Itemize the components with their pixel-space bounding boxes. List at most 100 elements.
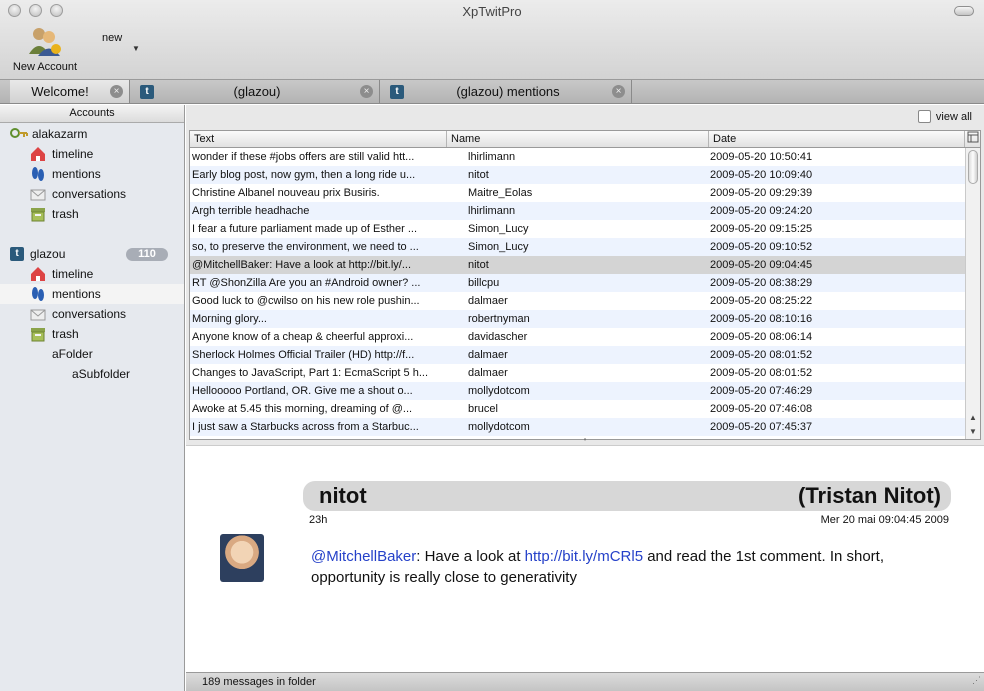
table-row[interactable]: so, to preserve the environment, we need… bbox=[190, 238, 980, 256]
message-date: Mer 20 mai 09:04:45 2009 bbox=[820, 514, 949, 526]
table-row[interactable]: I fear a future parliament made up of Es… bbox=[190, 220, 980, 238]
message-text-cell: wonder if these #jobs offers are still v… bbox=[192, 151, 415, 163]
sidebar-item-conversations[interactable]: conversations bbox=[0, 304, 184, 324]
message-date-cell: 2009-05-20 08:06:14 bbox=[710, 331, 813, 343]
table-row[interactable]: Morning glory... robertnyman 2009-05-20 08… bbox=[190, 310, 980, 328]
table-row[interactable]: Awoke at 5.45 this morning, dreaming of … bbox=[190, 400, 980, 418]
close-tab-icon[interactable]: × bbox=[612, 85, 625, 98]
table-row[interactable]: wonder if these #jobs offers are still v… bbox=[190, 148, 980, 166]
scrollbar-thumb[interactable] bbox=[968, 150, 978, 184]
users-icon bbox=[29, 28, 61, 56]
sidebar-item-timeline[interactable]: timeline bbox=[0, 144, 184, 164]
checkbox[interactable] bbox=[917, 110, 931, 123]
message-date-cell: 2009-05-20 10:50:41 bbox=[710, 151, 813, 163]
sidebar-item-trash[interactable]: trash bbox=[0, 324, 184, 344]
sidebar-item-label: timeline bbox=[52, 267, 94, 281]
trash-icon bbox=[30, 326, 46, 342]
account-alakazarm[interactable]: alakazarm bbox=[0, 124, 184, 144]
resize-grip-icon[interactable]: ⋰ bbox=[972, 671, 981, 689]
sidebar-item-timeline[interactable]: timeline bbox=[0, 264, 184, 284]
table-row[interactable]: @MitchellBaker: Have a look at http://bi… bbox=[190, 256, 980, 274]
column-header-name[interactable]: Name bbox=[447, 131, 709, 147]
message-table: Text Name Date wonder if these #jobs off… bbox=[189, 130, 981, 440]
message-text-cell: so, to preserve the environment, we need… bbox=[192, 241, 419, 253]
sidebar-folder-asubfolder[interactable]: aSubfolder bbox=[0, 364, 184, 384]
column-header-date[interactable]: Date bbox=[709, 131, 965, 147]
accounts-sidebar: Accounts alakazarm timeline mentions con… bbox=[0, 105, 185, 691]
twitter-icon: t bbox=[10, 247, 24, 261]
sidebar-item-label: trash bbox=[52, 207, 79, 221]
sidebar-folder-afolder[interactable]: aFolder bbox=[0, 344, 184, 364]
sidebar-item-conversations[interactable]: conversations bbox=[0, 184, 184, 204]
message-text-cell: Sherlock Holmes Official Trailer (HD) ht… bbox=[192, 349, 415, 361]
message-text-cell: Good luck to @cwilso on his new role pus… bbox=[192, 295, 420, 307]
window-title: XpTwitPro bbox=[462, 4, 522, 19]
window-toolbar: XpTwitPro New Account new ▼ bbox=[0, 0, 984, 80]
message-date-cell: 2009-05-20 09:24:20 bbox=[710, 205, 813, 217]
avatar[interactable] bbox=[220, 534, 264, 582]
message-text-cell: Changes to JavaScript, Part 1: EcmaScrip… bbox=[192, 367, 428, 379]
message-name-cell: dalmaer bbox=[468, 295, 508, 307]
message-name-cell: mollydotcom bbox=[468, 421, 530, 433]
sidebar-item-trash[interactable]: trash bbox=[0, 204, 184, 224]
account-glazou[interactable]: t glazou 110 bbox=[0, 244, 184, 264]
message-name-cell: robertnyman bbox=[468, 313, 530, 325]
sidebar-item-mentions[interactable]: mentions bbox=[0, 284, 184, 304]
status-text: 189 messages in folder bbox=[202, 676, 316, 688]
pane-splitter[interactable]: • bbox=[186, 436, 984, 445]
column-picker-icon[interactable] bbox=[965, 131, 980, 147]
close-tab-icon[interactable]: × bbox=[110, 85, 123, 98]
table-row[interactable]: Hellooooo Portland, OR. Give me a shout … bbox=[190, 382, 980, 400]
table-row[interactable]: Early blog post, now gym, then a long ri… bbox=[190, 166, 980, 184]
message-date-cell: 2009-05-20 07:46:29 bbox=[710, 385, 813, 397]
close-tab-icon[interactable]: × bbox=[360, 85, 373, 98]
sidebar-item-label: trash bbox=[52, 327, 79, 341]
message-name-cell: lhirlimann bbox=[468, 205, 516, 217]
twitter-icon: t bbox=[390, 84, 404, 99]
table-row[interactable]: Anyone know of a cheap & cheerful approx… bbox=[190, 328, 980, 346]
message-text-cell: RT @ShonZilla Are you an #Android owner?… bbox=[192, 277, 421, 289]
sidebar-item-label: conversations bbox=[52, 307, 127, 321]
author-screen-name[interactable]: nitot bbox=[319, 483, 367, 509]
view-all-checkbox[interactable]: view all bbox=[917, 110, 972, 123]
message-name-cell: billcpu bbox=[468, 277, 500, 289]
new-menu-button[interactable]: new ▼ bbox=[102, 32, 140, 53]
list-scrollbar[interactable]: ▲ ▼ bbox=[965, 148, 980, 439]
toolbar-toggle-button[interactable] bbox=[954, 6, 974, 16]
tab-welcome[interactable]: Welcome! × bbox=[10, 80, 130, 103]
tab-label: (glazou) bbox=[233, 84, 281, 99]
folder-label: aSubfolder bbox=[72, 367, 131, 381]
new-account-button[interactable]: New Account bbox=[6, 26, 84, 73]
mention-link[interactable]: @MitchellBaker bbox=[311, 548, 416, 565]
sidebar-item-label: conversations bbox=[52, 187, 127, 201]
table-row[interactable]: Argh terrible headhache lhirlimann 2009-05… bbox=[190, 202, 980, 220]
message-date-cell: 2009-05-20 09:10:52 bbox=[710, 241, 813, 253]
table-row[interactable]: Sherlock Holmes Official Trailer (HD) ht… bbox=[190, 346, 980, 364]
table-row[interactable]: Changes to JavaScript, Part 1: EcmaScrip… bbox=[190, 364, 980, 382]
message-text-cell: I fear a future parliament made up of Es… bbox=[192, 223, 418, 235]
tab-glazou-mentions[interactable]: t (glazou) mentions × bbox=[384, 80, 632, 103]
message-date-cell: 2009-05-20 09:15:25 bbox=[710, 223, 813, 235]
message-date-cell: 2009-05-20 08:38:29 bbox=[710, 277, 813, 289]
table-body: wonder if these #jobs offers are still v… bbox=[190, 148, 980, 436]
message-date-cell: 2009-05-20 09:04:45 bbox=[710, 259, 813, 271]
unread-count-badge: 110 bbox=[126, 248, 168, 261]
table-row[interactable]: I just saw a Starbucks across from a Sta… bbox=[190, 418, 980, 436]
message-name-cell: Maitre_Eolas bbox=[468, 187, 533, 199]
message-date-cell: 2009-05-20 07:46:08 bbox=[710, 403, 813, 415]
new-menu-label: new bbox=[102, 32, 123, 44]
scroll-up-arrow-icon[interactable]: ▲ bbox=[966, 411, 980, 425]
tab-glazou[interactable]: t (glazou) × bbox=[134, 80, 380, 103]
message-date-cell: 2009-05-20 09:29:39 bbox=[710, 187, 813, 199]
message-age: 23h bbox=[309, 514, 328, 526]
status-bar: 189 messages in folder ⋰ bbox=[186, 672, 984, 691]
table-row[interactable]: RT @ShonZilla Are you an #Android owner?… bbox=[190, 274, 980, 292]
sidebar-item-mentions[interactable]: mentions bbox=[0, 164, 184, 184]
column-header-text[interactable]: Text bbox=[190, 131, 447, 147]
table-row[interactable]: Christine Albanel nouveau prix Busiris. M… bbox=[190, 184, 980, 202]
twitter-icon: t bbox=[140, 84, 154, 99]
url-link[interactable]: http://bit.ly/mCRl5 bbox=[525, 548, 643, 565]
table-row[interactable]: Good luck to @cwilso on his new role pus… bbox=[190, 292, 980, 310]
message-name-cell: Simon_Lucy bbox=[468, 223, 529, 235]
message-date-cell: 2009-05-20 08:01:52 bbox=[710, 349, 813, 361]
